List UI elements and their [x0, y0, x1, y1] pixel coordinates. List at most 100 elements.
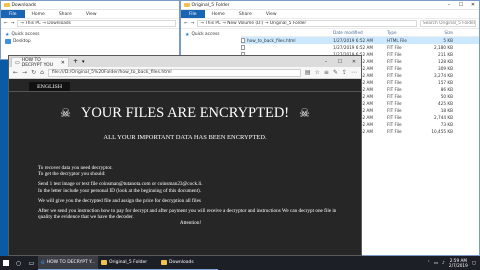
- network-icon[interactable]: ▭: [434, 261, 438, 266]
- skull-icon: ☠: [299, 106, 310, 120]
- tab-list-icon[interactable]: ▾: [82, 59, 85, 65]
- folder-icon: [184, 2, 190, 8]
- minimize-button[interactable]: –: [319, 59, 333, 65]
- file-size: 157 KB: [438, 80, 453, 85]
- share-icon[interactable]: ⇪: [342, 69, 347, 76]
- address-row: ← → → This PC → New Volume (D:) → Origin…: [181, 19, 479, 29]
- attention-text: Attention!: [179, 220, 202, 227]
- favorite-star-icon[interactable]: ☆: [315, 69, 320, 76]
- search-input[interactable]: Search Original_5 Folder: [420, 20, 476, 27]
- home-icon[interactable]: ⌂: [40, 69, 44, 76]
- tab-strip: ▭ HOW TO DECRYPT YOU ✕ + ▾ – ☐ ✕: [9, 56, 361, 68]
- ribbon-tab-view[interactable]: View: [79, 12, 104, 17]
- forward-arrow-icon[interactable]: →: [22, 69, 27, 76]
- minimize-button[interactable]: –: [443, 2, 455, 8]
- url-bar[interactable]: file:///D:/Original_5%20Folder/how_to_ba…: [47, 68, 301, 77]
- file-type: FIT File: [387, 94, 402, 99]
- file-size: 425 KB: [438, 101, 453, 106]
- more-icon[interactable]: ⋯: [351, 69, 357, 76]
- file-type: FIT File: [387, 122, 402, 127]
- system-tray: ˄ ▭ ♪ 2:59 AM 2/7/2019 ▢: [428, 258, 480, 268]
- file-size: 18 KB: [440, 108, 453, 113]
- reading-view-icon[interactable]: ▤: [305, 69, 311, 76]
- file-type: FIT File: [387, 45, 402, 50]
- file-row[interactable]: 1/27/2019 6:52 AM FIT File 2,180 KB: [241, 44, 479, 51]
- back-arrow-icon[interactable]: ←: [4, 21, 8, 26]
- clock[interactable]: 2:59 AM 2/7/2019: [449, 258, 468, 268]
- taskbar-item-browser[interactable]: e HOW TO DECRYPT Y...: [38, 256, 98, 270]
- file-size: 5 KB: [443, 38, 453, 43]
- close-button[interactable]: ✕: [347, 59, 361, 65]
- column-type[interactable]: Type: [387, 30, 427, 35]
- favorites-icon[interactable]: ≡: [324, 69, 329, 76]
- new-tab-icon[interactable]: +: [69, 58, 82, 65]
- start-button[interactable]: [0, 256, 12, 270]
- ribbon-tab-file[interactable]: File: [1, 10, 25, 18]
- file-size: 211 KB: [438, 52, 453, 57]
- nav-item-quick-access[interactable]: ★ Quick access: [5, 31, 175, 38]
- file-date: 1/27/2019 6:52 AM: [333, 38, 374, 43]
- column-size[interactable]: Size: [427, 30, 453, 35]
- search-icon[interactable]: ○: [12, 256, 25, 270]
- browser-toolbar: ← → ↻ ⌂ file:///D:/Original_5%20Folder/h…: [9, 67, 361, 79]
- close-tab-icon[interactable]: ✕: [61, 60, 65, 66]
- forward-arrow-icon[interactable]: →: [11, 21, 15, 26]
- task-view-icon[interactable]: ▭: [25, 256, 38, 270]
- file-size: 73 KB: [440, 122, 453, 127]
- ribbon-tab-view[interactable]: View: [259, 12, 284, 17]
- instructions: To recover data you need decryptor. To ge…: [38, 165, 343, 227]
- divider: [9, 91, 361, 92]
- ribbon-tab-share[interactable]: Share: [52, 12, 79, 17]
- browser-tab[interactable]: ▭ HOW TO DECRYPT YOU ✕: [11, 57, 69, 68]
- page-headline: ☠ YOUR FILES ARE ENCRYPTED! ☠: [60, 105, 310, 121]
- ribbon-tab-file[interactable]: File: [181, 10, 205, 18]
- file-type: FIT File: [387, 80, 402, 85]
- forward-arrow-icon[interactable]: →: [191, 21, 195, 26]
- page-icon: ▭: [15, 59, 20, 66]
- ribbon-tab-home[interactable]: Home: [25, 12, 52, 17]
- folder-icon: [4, 2, 10, 8]
- file-type: FIT File: [387, 87, 402, 92]
- title-bar[interactable]: Original_5 Folder – ☐ ✕: [181, 1, 479, 10]
- close-button[interactable]: ✕: [467, 2, 479, 8]
- maximize-button[interactable]: ☐: [333, 59, 347, 65]
- ribbon-tab-home[interactable]: Home: [205, 12, 232, 17]
- column-date-modified[interactable]: Date modified: [333, 30, 387, 35]
- instruction-text: Send 1 test image or text file coinsman@…: [38, 181, 203, 194]
- taskbar-item-downloads[interactable]: Downloads: [158, 256, 218, 270]
- window-title: Downloads: [11, 2, 37, 8]
- refresh-icon[interactable]: ↻: [31, 69, 36, 76]
- nav-item-quick-access[interactable]: ★ Quick access: [185, 31, 237, 38]
- file-size: 309 KB: [438, 66, 453, 71]
- downloads-window[interactable]: Downloads File Home Share View ← → → Thi…: [0, 0, 180, 60]
- folder-icon: [161, 260, 167, 265]
- column-headers: Date modified Type Size: [241, 29, 479, 37]
- back-arrow-icon[interactable]: ←: [13, 69, 18, 76]
- title-bar[interactable]: Downloads: [1, 1, 179, 10]
- desktop-icon: [5, 39, 11, 44]
- file-size: 3,274 KB: [434, 73, 453, 78]
- file-type: FIT File: [387, 52, 402, 57]
- instruction-text: After we send you instruction how to pay…: [38, 208, 337, 221]
- file-size: 50 KB: [440, 94, 453, 99]
- file-type: FIT File: [387, 73, 402, 78]
- nav-item-desktop[interactable]: Desktop: [5, 38, 175, 45]
- navigation-pane: ★ Quick access Desktop: [1, 29, 179, 47]
- notifications-icon[interactable]: ▢: [472, 261, 476, 266]
- file-name: how_to_back_files.html: [241, 38, 333, 43]
- maximize-button[interactable]: ☐: [455, 2, 467, 8]
- address-bar[interactable]: → This PC → Downloads: [17, 20, 176, 27]
- file-type: FIT File: [387, 101, 402, 106]
- file-row[interactable]: how_to_back_files.html 1/27/2019 6:52 AM H…: [241, 37, 479, 44]
- ribbon-tab-share[interactable]: Share: [232, 12, 259, 17]
- address-bar[interactable]: → This PC → New Volume (D:) → Original_5…: [197, 20, 417, 27]
- back-arrow-icon[interactable]: ←: [184, 21, 188, 26]
- instruction-text: To recover data you need decryptor. To ge…: [38, 165, 113, 178]
- volume-icon[interactable]: ♪: [442, 261, 445, 266]
- notes-icon[interactable]: ✎: [333, 69, 338, 76]
- browser-window[interactable]: ▭ HOW TO DECRYPT YOU ✕ + ▾ – ☐ ✕ ← → ↻ ⌂ f…: [8, 55, 362, 256]
- ransom-note-page: ENGLISH ☠ YOUR FILES ARE ENCRYPTED! ☠ AL…: [9, 79, 361, 255]
- taskbar-item-original-folder[interactable]: Original_5 Folder: [98, 256, 158, 270]
- chevron-up-icon[interactable]: ˄: [428, 261, 430, 266]
- file-date: 1/27/2019 6:52 AM: [333, 45, 374, 50]
